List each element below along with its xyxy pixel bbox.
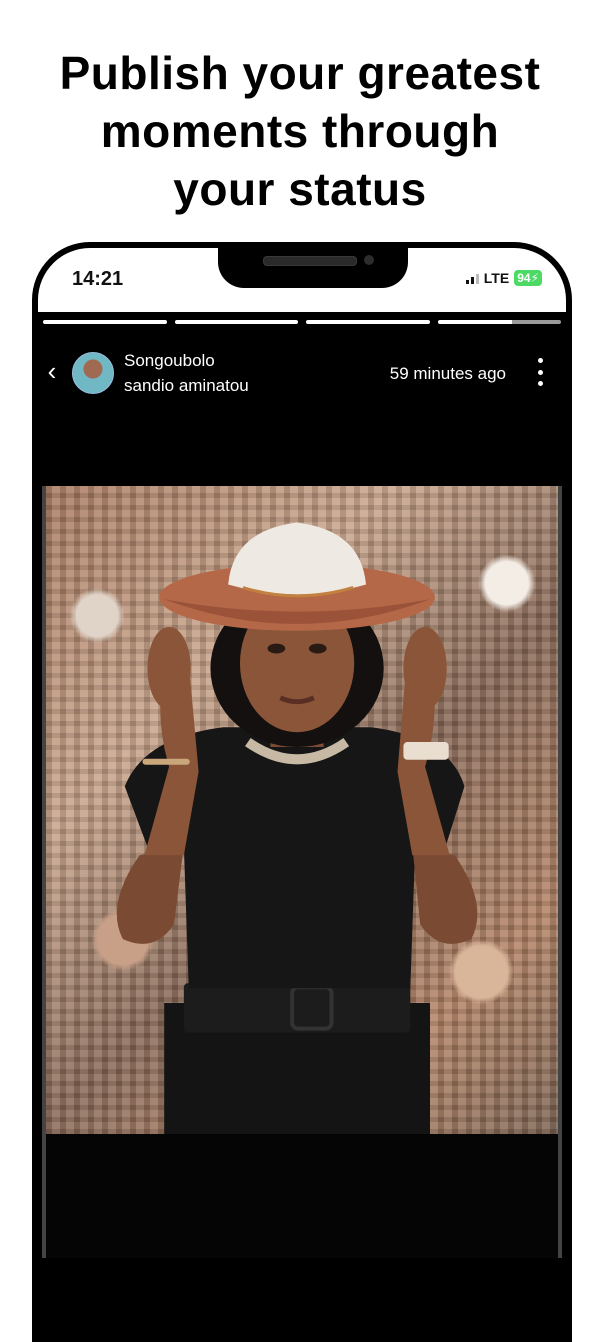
network-label: LTE	[483, 270, 510, 286]
status-bar: 14:21 LTE 94⚡	[38, 248, 566, 312]
phone-notch	[218, 248, 408, 288]
headline-line-1: Publish your greatest	[59, 47, 541, 99]
front-camera	[364, 255, 374, 265]
signal-icon	[465, 272, 479, 284]
person-illustration	[116, 522, 478, 1134]
status-indicators: LTE 94⚡	[465, 270, 542, 286]
story-progress-bar	[38, 320, 566, 324]
back-button[interactable]: ‹	[42, 358, 62, 384]
author-name-line-2: sandio aminatou	[124, 376, 249, 395]
charging-bolt-icon: ⚡	[530, 271, 539, 285]
progress-segment	[43, 320, 167, 324]
story-author[interactable]: Songoubolo sandio aminatou	[124, 348, 249, 398]
progress-segment	[306, 320, 430, 324]
headline-line-2: moments through	[100, 105, 500, 157]
speaker-grille	[263, 256, 357, 266]
story-header: ‹ Songoubolo sandio aminatou 59 minutes …	[38, 344, 566, 404]
progress-segment	[174, 320, 298, 324]
battery-icon: 94⚡	[514, 270, 542, 286]
author-name-line-1: Songoubolo	[124, 351, 215, 370]
more-options-button[interactable]	[536, 358, 544, 386]
photo-letterbox	[42, 1134, 562, 1258]
progress-segment-current	[437, 320, 561, 324]
battery-level: 94	[517, 271, 531, 285]
promo-headline: Publish your greatest moments through yo…	[0, 44, 600, 218]
more-vertical-icon	[537, 358, 543, 386]
avatar[interactable]	[72, 352, 114, 394]
chevron-left-icon: ‹	[47, 356, 57, 386]
status-time: 14:21	[72, 268, 124, 290]
phone-frame: 14:21 LTE 94⚡ ‹ Songoubolo sandio aminat…	[32, 242, 572, 1342]
story-timestamp: 59 minutes ago	[389, 364, 506, 383]
headline-line-3: your status	[173, 163, 427, 215]
status-photo[interactable]	[42, 486, 562, 1134]
